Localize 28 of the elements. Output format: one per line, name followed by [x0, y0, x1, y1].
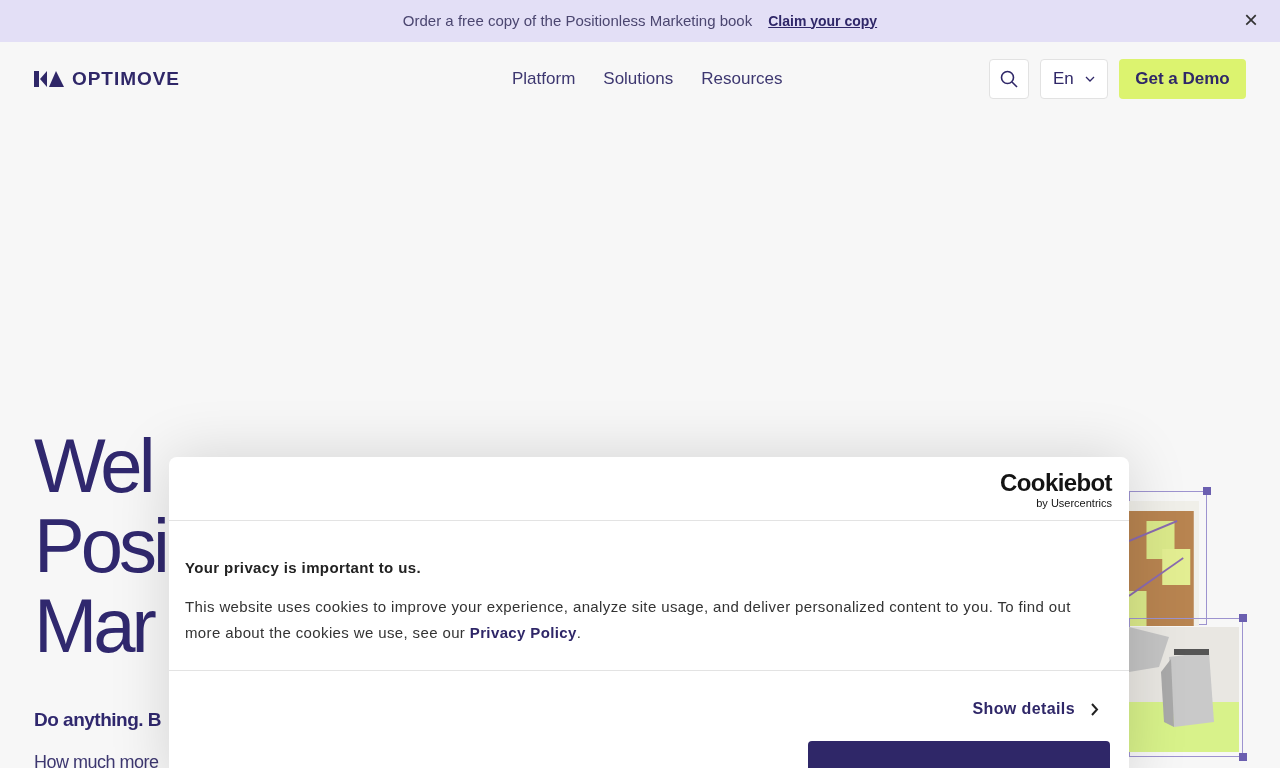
show-details-button[interactable]: Show details: [972, 697, 1099, 721]
hero-heading: Mar: [34, 586, 153, 666]
privacy-link[interactable]: Privacy Policy: [469, 623, 577, 641]
logo-text: OPTIMOVE: [72, 66, 180, 91]
hero-tagline: Do anything. B: [34, 708, 162, 732]
nav-link[interactable]: Platform: [512, 66, 576, 92]
demo-button[interactable]: Get a Demo: [1119, 59, 1246, 99]
search-icon: [1000, 70, 1018, 88]
handle-icon: [1203, 487, 1211, 495]
language-select[interactable]: En: [1040, 59, 1108, 99]
dialog-title: Your privacy is important to us.: [185, 558, 422, 578]
close-button[interactable]: ×: [1244, 8, 1258, 32]
hero-text: How much more: [34, 750, 159, 768]
handle-icon: [1239, 614, 1247, 622]
chevron-down-icon: [1085, 76, 1095, 82]
search-button[interactable]: [989, 59, 1029, 99]
hero-heading: Posi: [34, 506, 166, 586]
cookiebot-logo: Cookiebot: [1000, 471, 1112, 495]
logo-icon: [34, 71, 64, 87]
nav-link[interactable]: Solutions: [603, 66, 674, 92]
banner-text: Order a free copy of the Positionless Marketing book: [402, 10, 753, 31]
nav-link[interactable]: Resources: [701, 66, 783, 92]
cookiebot-subtitle: by Usercentrics: [1036, 498, 1112, 509]
dialog-text: This website uses cookies to improve your experience, analyze site usage, and deliver personalized content to you. To find out more about the cookies we use, see our Privacy Policy.: [185, 596, 1072, 643]
claim-link[interactable]: Claim your copy: [768, 10, 878, 32]
hero-heading: Wel: [34, 426, 152, 506]
chevron-right-icon: [1091, 702, 1099, 716]
handle-icon: [1239, 753, 1247, 761]
